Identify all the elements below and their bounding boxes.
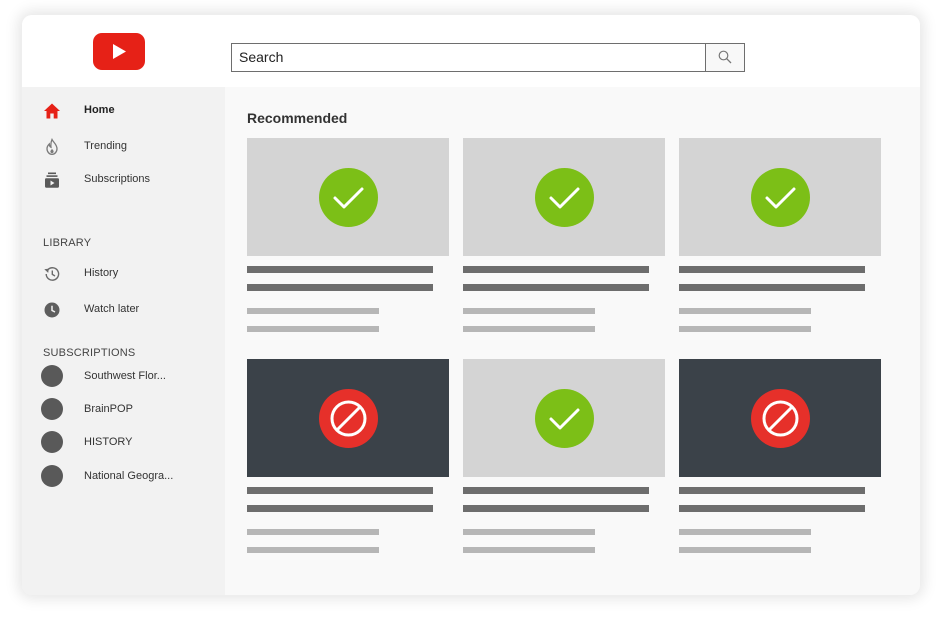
subscription-item[interactable]: BrainPOP [22, 395, 225, 423]
home-icon [44, 103, 60, 119]
meta-placeholder [247, 326, 379, 332]
approved-badge [535, 389, 594, 448]
play-icon [113, 44, 126, 59]
video-thumbnail[interactable] [247, 138, 449, 256]
clock-icon [44, 302, 60, 318]
approved-badge [319, 168, 378, 227]
subscription-item[interactable]: HISTORY [22, 428, 225, 456]
video-card-approved[interactable] [679, 138, 881, 338]
meta-placeholder [247, 308, 379, 314]
subscription-label: National Geogra... [84, 470, 174, 482]
sidebar-item-label: History [84, 267, 119, 279]
title-placeholder [463, 266, 649, 273]
meta-placeholder [247, 547, 379, 553]
sidebar-item-home[interactable]: Home [22, 97, 225, 125]
video-card-approved[interactable] [463, 359, 665, 559]
subscriptions-heading: SUBSCRIPTIONS [43, 347, 136, 359]
title-placeholder [247, 487, 433, 494]
meta-placeholder [247, 529, 379, 535]
sidebar-item-subscriptions[interactable]: Subscriptions [22, 166, 225, 194]
sidebar-item-watch-later[interactable]: Watch later [22, 296, 225, 324]
video-card-blocked[interactable] [679, 359, 881, 559]
blocked-icon [330, 400, 367, 437]
video-thumbnail[interactable] [463, 138, 665, 256]
subscription-label: Southwest Flor... [84, 370, 166, 382]
video-thumbnail[interactable] [679, 138, 881, 256]
meta-placeholder [679, 326, 811, 332]
title-placeholder [679, 487, 865, 494]
title-placeholder [679, 505, 865, 512]
checkmark-icon [549, 408, 580, 430]
library-heading: LIBRARY [43, 237, 92, 249]
page-title: Recommended [247, 110, 348, 126]
sidebar: Home Trending Subscriptions LIBRARY Hist… [22, 87, 225, 595]
meta-placeholder [463, 326, 595, 332]
title-placeholder [247, 505, 433, 512]
title-placeholder [679, 284, 865, 291]
blocked-badge [319, 389, 378, 448]
checkmark-icon [333, 187, 364, 209]
sidebar-item-trending[interactable]: Trending [22, 133, 225, 161]
checkmark-icon [549, 187, 580, 209]
meta-placeholder [679, 529, 811, 535]
meta-placeholder [679, 547, 811, 553]
main-content: Recommended [225, 87, 920, 595]
meta-placeholder [679, 308, 811, 314]
top-bar: Search [22, 15, 920, 87]
approved-badge [535, 168, 594, 227]
blocked-icon [762, 400, 799, 437]
sidebar-item-label: Trending [84, 140, 128, 152]
channel-avatar [41, 398, 63, 420]
blocked-badge [751, 389, 810, 448]
title-placeholder [463, 505, 649, 512]
meta-placeholder [463, 308, 595, 314]
video-card-approved[interactable] [463, 138, 665, 338]
sidebar-item-history[interactable]: History [22, 260, 225, 288]
sidebar-item-label: Subscriptions [84, 173, 151, 185]
sidebar-item-label: Home [84, 104, 115, 116]
subscription-item[interactable]: National Geogra... [22, 462, 225, 490]
subscriptions-icon [45, 172, 59, 188]
video-thumbnail[interactable] [247, 359, 449, 477]
app-window: Search Home Trending Subscriptions LIBRA… [22, 15, 920, 595]
subscription-item[interactable]: Southwest Flor... [22, 362, 225, 390]
flame-icon [46, 138, 58, 155]
video-thumbnail[interactable] [679, 359, 881, 477]
title-placeholder [247, 266, 433, 273]
history-icon [44, 267, 60, 281]
approved-badge [751, 168, 810, 227]
checkmark-icon [765, 187, 796, 209]
title-placeholder [247, 284, 433, 291]
meta-placeholder [463, 547, 595, 553]
video-card-blocked[interactable] [247, 359, 449, 559]
meta-placeholder [463, 529, 595, 535]
title-placeholder [679, 266, 865, 273]
search-input[interactable]: Search [231, 43, 714, 72]
channel-avatar [41, 431, 63, 453]
video-thumbnail[interactable] [463, 359, 665, 477]
subscription-label: BrainPOP [84, 403, 133, 415]
title-placeholder [463, 487, 649, 494]
sidebar-item-label: Watch later [84, 303, 140, 315]
title-placeholder [463, 284, 649, 291]
search-icon [718, 50, 732, 64]
subscription-label: HISTORY [84, 436, 133, 448]
video-card-approved[interactable] [247, 138, 449, 338]
channel-avatar [41, 465, 63, 487]
channel-avatar [41, 365, 63, 387]
search-button[interactable] [705, 43, 745, 72]
youtube-logo[interactable] [93, 33, 145, 70]
